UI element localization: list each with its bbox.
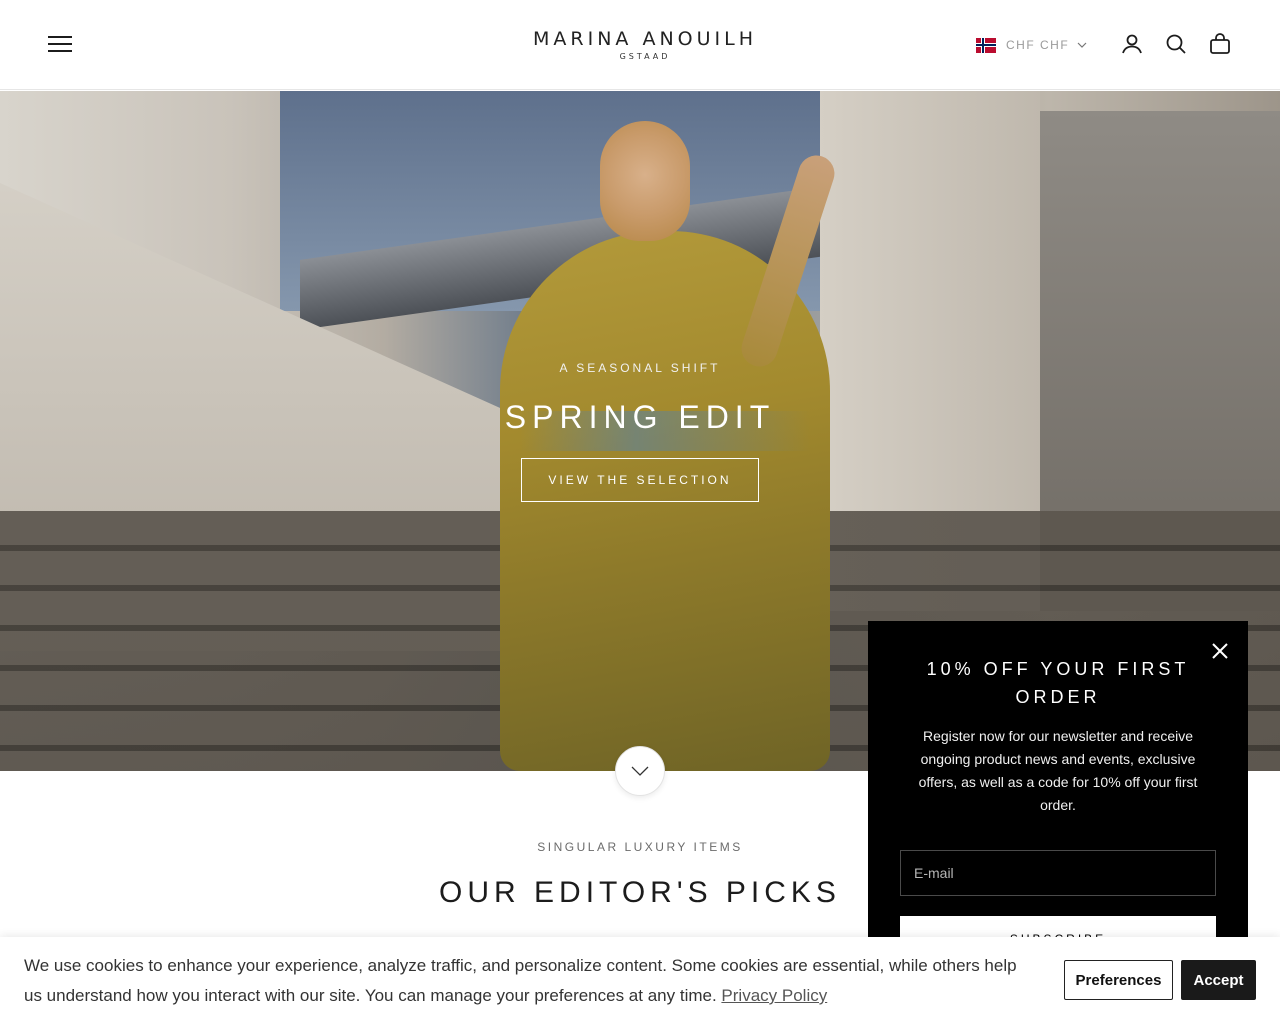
chevron-down-icon [631,766,649,776]
currency-label: CHF CHF [1006,38,1070,52]
accept-button[interactable]: Accept [1181,960,1256,1000]
search-icon[interactable] [1164,32,1188,56]
logo-sub-text: GSTAAD [619,52,671,61]
preferences-button[interactable]: Preferences [1064,960,1173,1000]
scroll-down-button[interactable] [615,746,665,796]
currency-selector[interactable]: CHF CHF [976,35,1087,55]
newsletter-title: 10% OFF YOUR FIRST ORDER [926,659,1190,707]
site-header: MARINA ANOUILH GSTAAD CHF CHF [0,0,1280,90]
user-icon[interactable] [1120,32,1144,56]
hero-title: SPRING EDIT [504,399,776,435]
cookie-text: We use cookies to enhance your experienc… [24,956,1017,1005]
newsletter-description: Register now for our newsletter and rece… [918,728,1198,813]
email-field[interactable] [900,850,1216,896]
chevron-down-icon [1077,42,1087,48]
logo-main-text: MARINA ANOUILH [533,28,757,50]
cookie-banner: We use cookies to enhance your experienc… [0,937,1280,1024]
hero-kicker: A SEASONAL SHIFT [559,361,721,375]
privacy-policy-link[interactable]: Privacy Policy [721,986,827,1005]
newsletter-popup: 10% OFF YOUR FIRST ORDER Register now fo… [868,621,1248,962]
view-selection-button[interactable]: VIEW THE SELECTION [521,458,759,502]
shopping-bag-icon[interactable] [1208,32,1232,56]
cookie-message: We use cookies to enhance your experienc… [24,951,1034,1011]
hamburger-menu-icon[interactable] [48,34,72,54]
brand-logo[interactable]: MARINA ANOUILH GSTAAD [490,28,800,62]
norway-flag-icon [976,37,996,53]
